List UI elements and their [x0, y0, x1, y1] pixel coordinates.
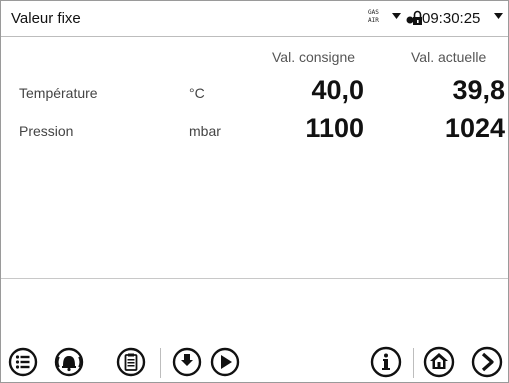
- row-unit-temperature: °C: [189, 85, 205, 101]
- column-header-setpoint: Val. consigne: [272, 49, 356, 65]
- status-bar: Valeur fixe GAS AIR 09:30:25: [1, 1, 508, 37]
- alarm-button[interactable]: [51, 344, 87, 380]
- toolbar-separator: [413, 348, 414, 378]
- alarm-bell-icon: [54, 347, 84, 377]
- row-unit-pressure: mbar: [189, 123, 221, 139]
- air-label: AIR: [368, 17, 379, 24]
- chevron-down-icon[interactable]: [392, 13, 401, 19]
- play-icon: [210, 347, 240, 377]
- controller-screen: Valeur fixe GAS AIR 09:30:25 Val. consig…: [0, 0, 509, 383]
- divider: [1, 278, 508, 279]
- gas-label: GAS: [368, 9, 379, 16]
- info-icon: [370, 346, 402, 378]
- menu-button[interactable]: [5, 344, 41, 380]
- info-button[interactable]: [368, 344, 404, 380]
- home-button[interactable]: [421, 344, 457, 380]
- bottom-toolbar: [1, 344, 508, 383]
- menu-list-icon: [8, 347, 38, 377]
- row-label-pressure: Pression: [19, 123, 74, 139]
- start-program-button[interactable]: [207, 344, 243, 380]
- home-icon: [423, 346, 455, 378]
- page-title: Valeur fixe: [11, 10, 81, 27]
- setpoint-value-temperature[interactable]: 40,0: [244, 75, 364, 106]
- next-page-button[interactable]: [469, 344, 505, 380]
- program-button[interactable]: [169, 344, 205, 380]
- program-hand-icon: [172, 347, 202, 377]
- user-lock-icon[interactable]: [406, 10, 422, 26]
- actual-value-temperature: 39,8: [452, 75, 505, 105]
- toolbar-separator: [160, 348, 161, 378]
- next-arrow-icon: [471, 346, 503, 378]
- setpoint-value-pressure[interactable]: 1100: [244, 113, 364, 144]
- protocol-button[interactable]: [113, 344, 149, 380]
- actual-value-pressure: 1024: [444, 113, 505, 143]
- gas-air-selector[interactable]: GAS AIR: [368, 9, 379, 25]
- column-header-actual: Val. actuelle: [411, 49, 487, 65]
- clock-time: 09:30:25: [422, 10, 481, 27]
- row-label-temperature: Température: [19, 85, 98, 101]
- chevron-down-icon[interactable]: [494, 13, 503, 19]
- clipboard-icon: [116, 347, 146, 377]
